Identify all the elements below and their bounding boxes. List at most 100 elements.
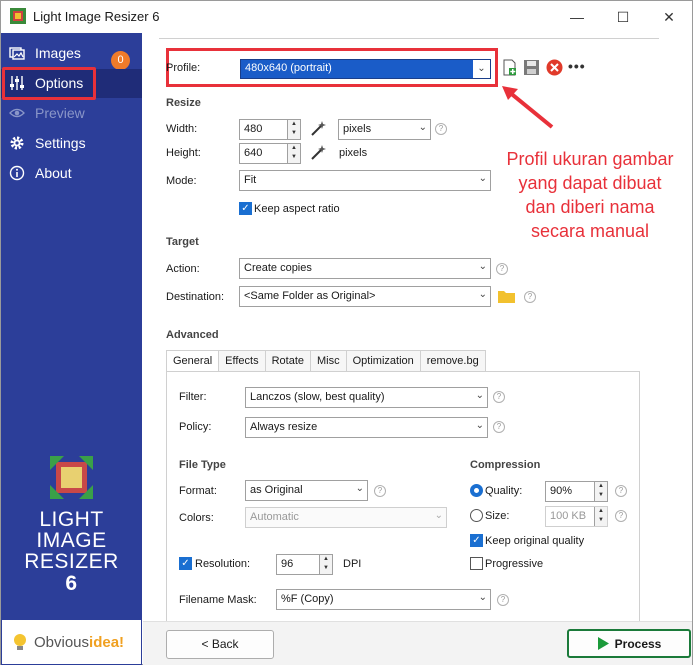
size-value: 100 KB [550, 510, 587, 522]
magic-wand-icon[interactable] [309, 119, 327, 137]
sidebar-item-about[interactable]: About [1, 159, 142, 188]
destination-select[interactable]: <Same Folder as Original> ⌄ [239, 286, 491, 307]
sidebar-item-settings[interactable]: Settings [1, 129, 142, 158]
help-icon[interactable]: ? [493, 391, 505, 403]
tab-effects[interactable]: Effects [218, 350, 266, 371]
keep-quality-label: Keep original quality [485, 535, 585, 547]
keep-aspect-checkbox[interactable]: ✓ [239, 202, 252, 215]
quality-label: Quality: [485, 485, 523, 497]
resolution-input[interactable]: 96 ▲ ▼ [276, 554, 333, 575]
sidebar-item-label: About [35, 165, 72, 181]
new-profile-icon[interactable] [501, 59, 518, 76]
brand-name-a: Obvious [34, 633, 90, 651]
chevron-down-icon: ⌄ [434, 510, 443, 521]
tab-misc[interactable]: Misc [310, 350, 347, 371]
tab-optimization[interactable]: Optimization [345, 350, 421, 371]
delete-profile-icon[interactable] [546, 59, 563, 76]
size-radio[interactable] [470, 509, 483, 522]
mode-value: Fit [244, 174, 257, 186]
chevron-down-icon: ⌄ [418, 122, 427, 133]
size-input[interactable]: 100 KB ▲ ▼ [545, 506, 608, 527]
height-unit-label: pixels [339, 147, 368, 159]
divider [159, 38, 659, 39]
width-input[interactable]: 480 ▲ ▼ [239, 119, 301, 140]
profile-select[interactable]: 480x640 (portrait) ⌄ [240, 59, 491, 79]
minimize-icon[interactable]: — [554, 1, 600, 33]
sidebar-item-images[interactable]: Images 0 [1, 39, 142, 70]
bottom-bar: < Back Process [143, 621, 692, 665]
help-icon[interactable]: ? [493, 421, 505, 433]
chevron-down-icon: ⌄ [478, 592, 487, 603]
help-icon[interactable]: ? [615, 485, 627, 497]
folder-icon[interactable] [498, 289, 515, 303]
chevron-down-icon: ⌄ [475, 420, 484, 431]
back-button[interactable]: < Back [166, 630, 274, 659]
annotation-arrow-icon [502, 86, 554, 129]
action-select[interactable]: Create copies ⌄ [239, 258, 491, 279]
tab-general[interactable]: General [166, 350, 220, 372]
magic-wand-icon[interactable] [309, 143, 327, 161]
play-icon [597, 637, 609, 650]
chevron-down-icon: ⌄ [478, 289, 487, 300]
colors-select[interactable]: Automatic ⌄ [245, 507, 447, 528]
height-stepper[interactable]: ▲ ▼ [287, 144, 300, 163]
filename-mask-value: %F (Copy) [281, 593, 334, 605]
close-icon[interactable]: ✕ [646, 1, 692, 33]
maximize-icon[interactable]: ☐ [600, 1, 646, 33]
keep-quality-checkbox[interactable]: ✓ [470, 534, 483, 547]
policy-label: Policy: [179, 421, 212, 433]
sidebar-item-label: Settings [35, 135, 86, 151]
filename-mask-label: Filename Mask: [179, 594, 257, 606]
width-value: 480 [244, 123, 263, 135]
tab-remove-bg[interactable]: remove.bg [419, 350, 486, 371]
quality-input[interactable]: 90% ▲ ▼ [545, 481, 608, 502]
size-label: Size: [485, 510, 510, 522]
resolution-checkbox[interactable]: ✓ [179, 557, 192, 570]
help-icon[interactable]: ? [524, 291, 536, 303]
progressive-checkbox[interactable] [470, 557, 483, 570]
save-profile-icon[interactable] [523, 59, 540, 76]
images-icon [9, 47, 25, 60]
process-button[interactable]: Process [567, 629, 691, 658]
width-unit-select[interactable]: pixels ⌄ [338, 119, 431, 140]
help-icon[interactable]: ? [496, 263, 508, 275]
filter-select[interactable]: Lanczos (slow, best quality) ⌄ [245, 387, 488, 408]
compression-heading: Compression [470, 459, 541, 471]
obviousidea-brand[interactable]: Obvious idea! [2, 620, 141, 664]
images-count-badge: 0 [111, 51, 130, 70]
more-options-icon[interactable]: ••• [568, 58, 586, 74]
app-logo-icon [10, 8, 26, 24]
keep-aspect-label: Keep aspect ratio [254, 203, 340, 215]
help-icon[interactable]: ? [497, 594, 509, 606]
height-value: 640 [244, 147, 263, 159]
size-stepper[interactable]: ▲ ▼ [594, 507, 607, 526]
help-icon[interactable]: ? [615, 510, 627, 522]
format-label: Format: [179, 485, 217, 497]
help-icon[interactable]: ? [374, 485, 386, 497]
quality-radio[interactable] [470, 484, 483, 497]
resolution-unit: DPI [343, 558, 362, 570]
help-icon[interactable]: ? [435, 123, 447, 135]
sidebar-item-preview[interactable]: Preview [1, 99, 142, 128]
format-select[interactable]: as Original ⌄ [245, 480, 368, 501]
file-type-heading: File Type [179, 459, 226, 471]
chevron-down-icon: ⌄ [475, 390, 484, 401]
filename-mask-select[interactable]: %F (Copy) ⌄ [276, 589, 491, 610]
tab-rotate[interactable]: Rotate [264, 350, 311, 371]
resolution-stepper[interactable]: ▲ ▼ [319, 555, 332, 574]
mode-label: Mode: [166, 175, 197, 187]
chevron-down-icon: ⌄ [478, 261, 487, 272]
quality-stepper[interactable]: ▲ ▼ [594, 482, 607, 501]
filter-label: Filter: [179, 391, 207, 403]
mode-select[interactable]: Fit ⌄ [239, 170, 491, 191]
chevron-down-icon: ⌄ [355, 483, 364, 494]
height-input[interactable]: 640 ▲ ▼ [239, 143, 301, 164]
title-bar: Light Image Resizer 6 — ☐ ✕ [1, 1, 692, 33]
logo-version: 6 [65, 572, 78, 595]
profile-label: Profile: [166, 62, 201, 74]
action-label: Action: [166, 263, 200, 275]
resolution-value: 96 [281, 558, 294, 570]
policy-select[interactable]: Always resize ⌄ [245, 417, 488, 438]
width-stepper[interactable]: ▲ ▼ [287, 120, 300, 139]
height-label: Height: [166, 147, 201, 159]
